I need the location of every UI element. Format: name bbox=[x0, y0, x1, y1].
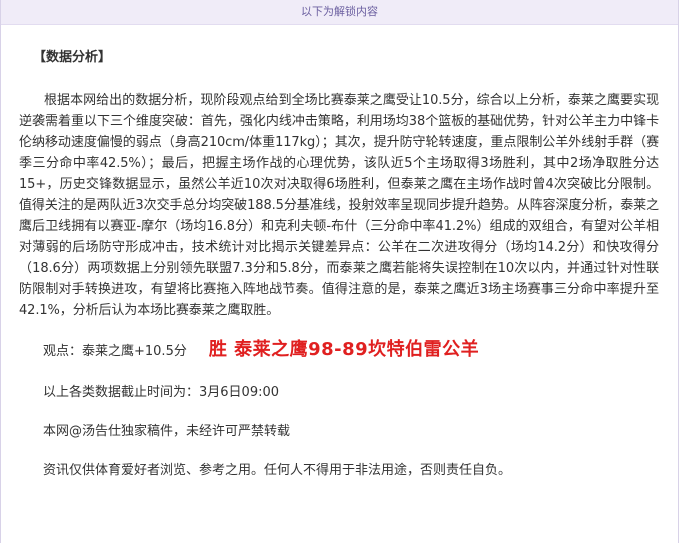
verdict-label: 观点：泰莱之鹰+10.5分 bbox=[43, 344, 187, 359]
article-content: 【数据分析】 根据本网给出的数据分析，现阶段观点给到全场比赛泰莱之鹰受让10.5… bbox=[19, 24, 659, 481]
unlock-banner: 以下为解锁内容 bbox=[1, 0, 678, 25]
verdict-row: 观点：泰莱之鹰+10.5分 胜 泰莱之鹰98-89坎特伯雷公羊 bbox=[43, 339, 659, 371]
data-cutoff-text: 以上各类数据截止时间为：3月6日09:00 bbox=[43, 385, 280, 400]
copyright-text: 本网@汤告仕独家稿件，未经许可严禁转载 bbox=[43, 424, 291, 439]
verdict-result: 胜 泰莱之鹰98-89坎特伯雷公羊 bbox=[208, 339, 480, 360]
analysis-paragraph: 根据本网给出的数据分析，现阶段观点给到全场比赛泰莱之鹰受让10.5分，综合以上分… bbox=[19, 93, 659, 318]
article-frame: 以下为解锁内容 【数据分析】 根据本网给出的数据分析，现阶段观点给到全场比赛泰莱… bbox=[0, 0, 679, 543]
disclaimer-text: 资讯仅供体育爱好者浏览、参考之用。任何人不得用于非法用途，否则责任自负。 bbox=[43, 463, 512, 478]
section-title: 【数据分析】 bbox=[33, 50, 112, 65]
unlock-banner-text: 以下为解锁内容 bbox=[301, 5, 378, 18]
